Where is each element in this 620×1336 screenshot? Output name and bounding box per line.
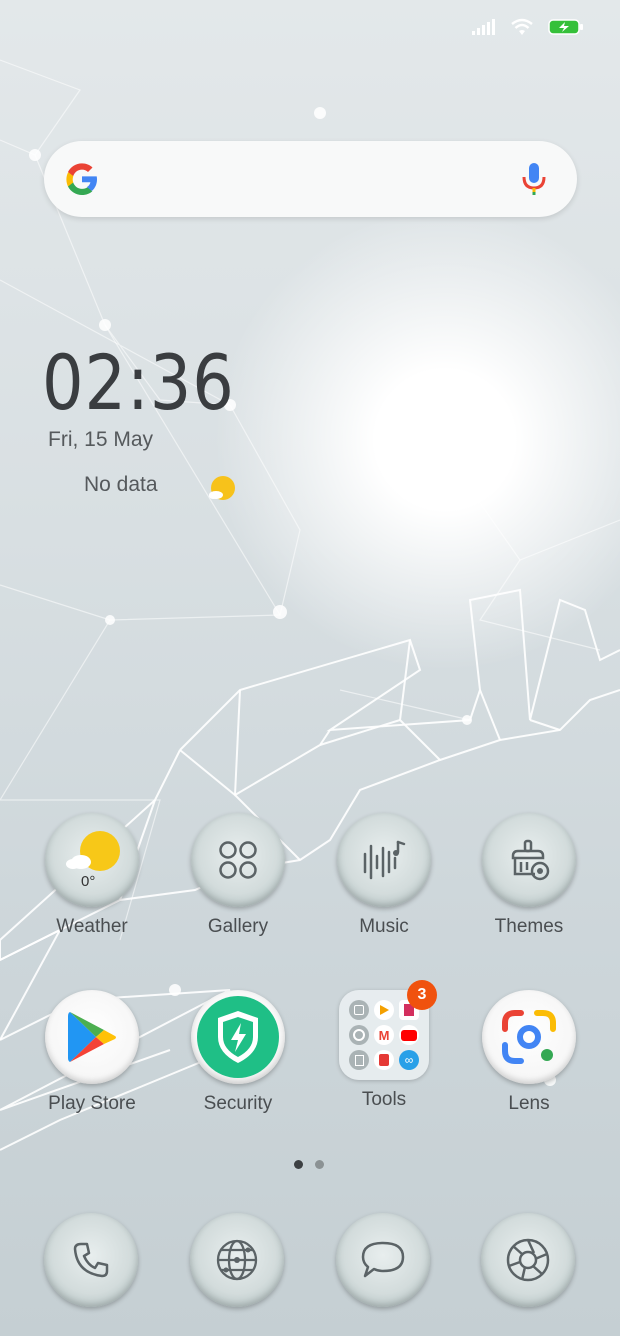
folder-icon: M ∞ 3 bbox=[339, 980, 437, 1080]
page-dot-2[interactable] bbox=[315, 1160, 324, 1169]
app-label: Music bbox=[359, 916, 409, 937]
status-bar bbox=[0, 14, 620, 44]
security-shield-icon bbox=[191, 990, 285, 1084]
google-logo-icon bbox=[64, 161, 100, 197]
app-label: Weather bbox=[56, 916, 128, 937]
app-label: Lens bbox=[508, 1093, 550, 1114]
folder-app-link-icon: ∞ bbox=[399, 1050, 419, 1070]
gallery-icon bbox=[191, 813, 285, 907]
weather-icon: 0° bbox=[45, 813, 139, 907]
folder-app-play-games-icon bbox=[374, 1000, 394, 1020]
app-label: Themes bbox=[494, 916, 564, 937]
app-label: Security bbox=[203, 1093, 273, 1114]
notification-badge: 3 bbox=[407, 980, 437, 1010]
app-label: Gallery bbox=[207, 916, 269, 937]
app-tools-folder[interactable]: M ∞ 3 Tools bbox=[324, 980, 444, 1111]
folder-app-youtube-icon bbox=[399, 1025, 419, 1045]
app-security[interactable]: Security bbox=[178, 990, 298, 1115]
phone-icon bbox=[44, 1213, 138, 1307]
app-play-store[interactable]: Play Store bbox=[32, 990, 152, 1115]
music-icon bbox=[337, 813, 431, 907]
browser-globe-icon bbox=[190, 1213, 284, 1307]
folder-app-file-icon bbox=[349, 1050, 369, 1070]
weather-status-text[interactable]: No data bbox=[84, 473, 158, 497]
dock-messages[interactable] bbox=[323, 1213, 443, 1307]
app-label: Play Store bbox=[48, 1093, 136, 1114]
google-search-bar[interactable] bbox=[44, 141, 577, 217]
app-gallery[interactable]: Gallery bbox=[178, 813, 298, 938]
app-weather[interactable]: 0° Weather bbox=[32, 813, 152, 938]
dock-browser[interactable] bbox=[177, 1213, 297, 1307]
themes-icon bbox=[482, 813, 576, 907]
page-indicator[interactable] bbox=[294, 1160, 324, 1169]
microphone-icon[interactable] bbox=[521, 161, 547, 197]
wifi-icon bbox=[510, 18, 534, 41]
clock-time[interactable]: 02:36 bbox=[42, 338, 235, 427]
app-music[interactable]: Music bbox=[324, 813, 444, 938]
clock-date: Fri, 15 May bbox=[48, 428, 154, 451]
weather-temp: 0° bbox=[81, 873, 96, 890]
sun-cloud-icon bbox=[207, 474, 237, 504]
app-lens[interactable]: Lens bbox=[469, 990, 589, 1115]
google-lens-icon bbox=[482, 990, 576, 1084]
app-themes[interactable]: Themes bbox=[469, 813, 589, 938]
folder-app-notes-icon bbox=[349, 1000, 369, 1020]
dock-phone[interactable] bbox=[31, 1213, 151, 1307]
folder-app-settings-icon bbox=[349, 1025, 369, 1045]
play-store-icon bbox=[45, 990, 139, 1084]
app-label: Tools bbox=[361, 1089, 407, 1110]
battery-charging-icon bbox=[548, 19, 584, 40]
camera-icon bbox=[481, 1213, 575, 1307]
signal-icon bbox=[472, 19, 496, 40]
page-dot-1[interactable] bbox=[294, 1160, 303, 1169]
folder-app-gmail-icon: M bbox=[374, 1025, 394, 1045]
messages-icon bbox=[336, 1213, 430, 1307]
dock-camera[interactable] bbox=[468, 1213, 588, 1307]
folder-app-feedback-icon bbox=[374, 1050, 394, 1070]
